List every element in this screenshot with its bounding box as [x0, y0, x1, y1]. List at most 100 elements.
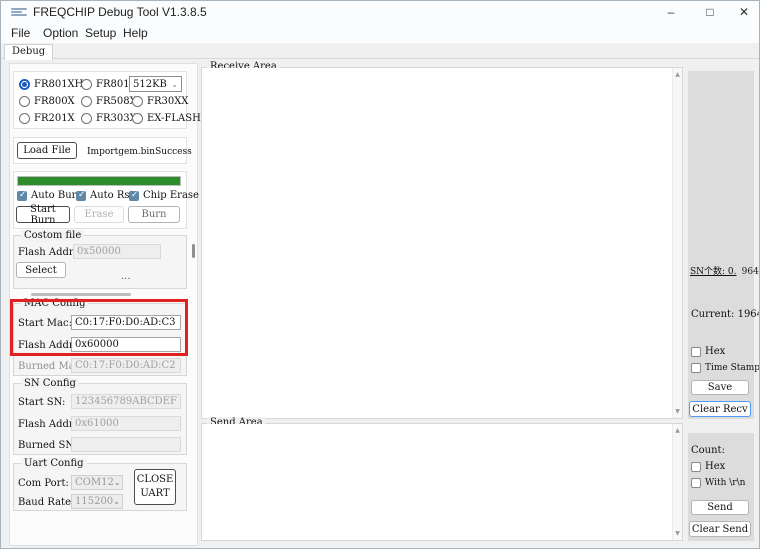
close-uart-button[interactable]: CLOSE UART — [134, 469, 176, 505]
chevron-down-icon: ⌄ — [113, 497, 120, 506]
flash-size-value: 512KB — [133, 78, 167, 90]
checkbox-label: Hex — [705, 461, 726, 472]
checkbox-label: With \r\n — [705, 478, 746, 488]
with-rn-checkbox[interactable]: With \r\n — [691, 478, 745, 488]
checkbox-icon — [76, 190, 86, 201]
chevron-down-icon: ⌄ — [171, 79, 178, 89]
radio-icon — [132, 113, 143, 124]
tab-debug[interactable]: Debug — [4, 44, 54, 60]
clear-recv-button[interactable]: Clear Recv — [689, 401, 751, 417]
recv-hex-checkbox[interactable]: Hex — [691, 346, 725, 357]
custom-flash-addr-input — [73, 244, 161, 259]
radio-icon — [19, 79, 30, 90]
chevron-down-icon: ⌄ — [113, 478, 121, 487]
chip-erase-checkbox[interactable]: Chip Erase — [129, 190, 199, 201]
auto-burn-checkbox[interactable]: Auto Burn — [17, 190, 83, 201]
mac-flash-addr-label: Flash Addr: — [18, 340, 78, 351]
radio-ex-flash[interactable]: EX-FLASH — [132, 113, 201, 124]
current-count-label: Current: 1964 — [691, 309, 760, 320]
radio-label: FR800X — [34, 96, 75, 107]
radio-fr800x[interactable]: FR800X — [19, 96, 75, 107]
count-label: Count: — [691, 445, 725, 456]
checkbox-icon — [129, 190, 139, 201]
burn-button[interactable]: Burn — [128, 206, 180, 223]
save-button[interactable]: Save — [691, 380, 749, 395]
tab-strip — [1, 43, 759, 59]
start-sn-label: Start SN: — [18, 397, 66, 408]
radio-label: FR801XH — [34, 79, 84, 90]
mac-flash-addr-input[interactable] — [71, 337, 181, 352]
radio-icon — [81, 96, 92, 107]
custom-file-title: Costom file — [21, 230, 85, 241]
radio-fr30xx[interactable]: FR30XX — [132, 96, 188, 107]
receive-scrollbar[interactable]: ▲ ▼ — [672, 68, 682, 418]
maximize-button[interactable]: □ — [693, 1, 727, 23]
send-scrollbar[interactable]: ▲ ▼ — [672, 424, 682, 540]
send-button[interactable]: Send — [691, 500, 749, 515]
radio-fr201x[interactable]: FR201X — [19, 113, 75, 124]
menu-help[interactable]: Help — [123, 26, 148, 40]
flash-size-select[interactable]: 512KB ⌄ — [129, 76, 182, 92]
checkbox-icon — [691, 478, 701, 488]
start-mac-label: Start Mac: — [18, 318, 72, 329]
load-status-text: Importgem.binSuccess — [87, 147, 192, 157]
baud-rate-select: 115200 ⌄ — [71, 494, 123, 509]
checkbox-label: Hex — [705, 346, 726, 357]
checkbox-icon — [17, 190, 27, 201]
left-scrollbar-thumb[interactable] — [192, 244, 195, 258]
baud-rate-label: Baud Rate: — [18, 497, 75, 508]
receive-textarea[interactable] — [202, 68, 672, 418]
checkbox-label: Chip Erase — [143, 190, 199, 201]
checkbox-icon — [691, 461, 701, 472]
close-button[interactable]: ✕ — [727, 1, 759, 23]
checkbox-icon — [691, 363, 701, 373]
time-stamp-checkbox[interactable]: Time Stamp — [691, 363, 759, 373]
com-port-label: Com Port: — [18, 478, 69, 489]
send-hex-checkbox[interactable]: Hex — [691, 461, 725, 472]
radio-label: FR303X — [96, 113, 137, 124]
custom-flash-addr-label: Flash Addr — [18, 247, 74, 258]
start-mac-input[interactable] — [71, 315, 181, 330]
burned-sn-input — [71, 437, 181, 452]
clear-send-button[interactable]: Clear Send — [689, 521, 751, 537]
uart-config-title: Uart Config — [21, 458, 87, 469]
minimize-button[interactable]: – — [654, 1, 688, 23]
sn-count-link[interactable]: SN个数: 0. — [690, 267, 737, 277]
menu-option[interactable]: Option — [43, 26, 78, 40]
horizontal-scrollbar-thumb[interactable] — [31, 293, 131, 296]
radio-label: FR508X — [96, 96, 137, 107]
scroll-down-icon[interactable]: ▼ — [673, 530, 682, 537]
radio-icon — [19, 96, 30, 107]
scroll-up-icon[interactable]: ▲ — [673, 427, 682, 434]
erase-button: Erase — [74, 206, 124, 223]
app-logo-icon — [11, 7, 27, 18]
radio-fr303x[interactable]: FR303X — [81, 113, 137, 124]
sn-count-value: 964 — [741, 267, 759, 277]
scroll-down-icon[interactable]: ▼ — [673, 408, 682, 415]
burn-progress-bar — [17, 176, 181, 186]
checkbox-label: Auto Rst — [90, 190, 134, 201]
start-burn-button[interactable]: Start Burn — [16, 204, 70, 226]
sn-config-title: SN Config — [21, 378, 79, 389]
menu-file[interactable]: File — [11, 26, 30, 40]
window-title: FREQCHIP Debug Tool V1.3.8.5 — [33, 5, 207, 19]
burn-progress-fill — [18, 177, 180, 185]
send-textarea[interactable] — [202, 424, 672, 540]
select-file-button[interactable]: Select — [16, 262, 66, 278]
burned-sn-label: Burned SN: — [18, 440, 78, 451]
radio-fr801xh[interactable]: FR801XH — [19, 79, 83, 90]
menu-setup[interactable]: Setup — [85, 26, 116, 40]
auto-rst-checkbox[interactable]: Auto Rst — [76, 190, 134, 201]
radio-fr508x[interactable]: FR508X — [81, 96, 137, 107]
scroll-up-icon[interactable]: ▲ — [673, 71, 682, 78]
baud-rate-value: 115200 — [75, 496, 114, 507]
custom-file-ellipsis: ... — [121, 271, 131, 282]
radio-icon — [19, 113, 30, 124]
radio-icon — [132, 96, 143, 107]
radio-label: EX-FLASH — [147, 113, 201, 124]
app-window: FREQCHIP Debug Tool V1.3.8.5 – □ ✕ File … — [0, 0, 760, 549]
sn-flash-addr-label: Flash Addr: — [18, 419, 78, 430]
radio-label: FR201X — [34, 113, 75, 124]
load-file-button[interactable]: Load File — [17, 142, 77, 159]
start-sn-input — [71, 394, 181, 409]
